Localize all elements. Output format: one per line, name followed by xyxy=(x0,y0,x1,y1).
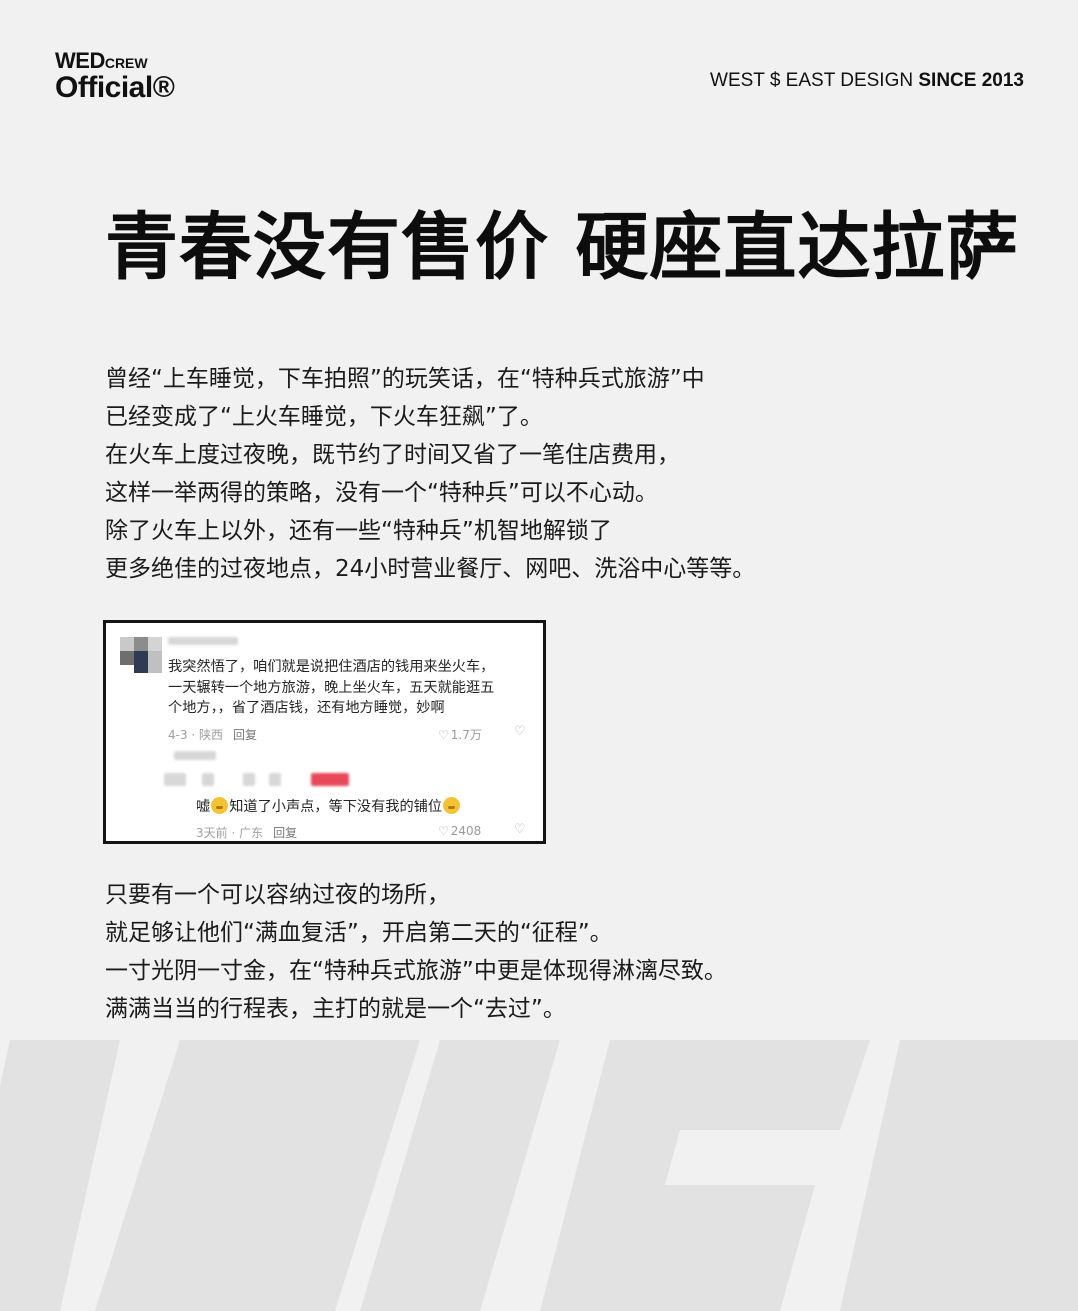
brand-tagline: WEST $ EAST DESIGN SINCE 2013 xyxy=(710,70,1024,91)
intro-line: 这样一举两得的策略，没有一个“特种兵”可以不心动。 xyxy=(105,480,658,506)
like-count[interactable]: ♡ 2408 xyxy=(438,824,481,838)
blurred-badges xyxy=(164,773,186,786)
reply-link[interactable]: 回复 xyxy=(233,728,257,742)
comment-screenshot: 我突然悟了，咱们就是说把住酒店的钱用来坐火车， 一天辗转一个地方旅游，晚上坐火车… xyxy=(103,620,546,844)
avatar xyxy=(120,637,162,673)
blurred-badges xyxy=(202,773,214,786)
intro-line: 在火车上度过夜晚，既节约了时间又省了一笔住店费用， xyxy=(105,442,680,468)
intro-line: 曾经“上车睡觉，下车拍照”的玩笑话，在“特种兵式旅游”中 xyxy=(105,366,705,392)
shush-emoji-icon xyxy=(211,797,229,814)
comment-meta: 4-3 · 陕西 回复 xyxy=(168,728,258,742)
intro-line: 除了火车上以外，还有一些“特种兵”机智地解锁了 xyxy=(105,518,612,544)
blurred-username xyxy=(168,637,238,645)
heart-icon: ♡ xyxy=(438,728,449,742)
blurred-username xyxy=(174,751,216,760)
page-title: 青春没有售价 硬座直达拉萨 xyxy=(105,205,1020,290)
blurred-badges xyxy=(243,773,255,786)
reply-link[interactable]: 回复 xyxy=(273,826,297,840)
outro-line: 只要有一个可以容纳过夜的场所， xyxy=(105,882,450,908)
intro-paragraph: 曾经“上车睡觉，下车拍照”的玩笑话，在“特种兵式旅游”中 已经变成了“上火车睡觉… xyxy=(105,360,755,588)
like-count[interactable]: ♡ 1.7万 xyxy=(438,726,482,743)
outro-paragraph: 只要有一个可以容纳过夜的场所， 就足够让他们“满血复活”，开启第二天的“征程”。… xyxy=(105,876,727,1028)
reply-text: 嘘知道了小声点，等下没有我的铺位 xyxy=(196,796,461,816)
blurred-badges xyxy=(269,773,281,786)
dislike-icon[interactable]: ♡ xyxy=(514,822,526,837)
peek-emoji-icon xyxy=(443,797,461,814)
outro-line: 一寸光阴一寸金，在“特种兵式旅游”中更是体现得淋漓尽致。 xyxy=(105,958,727,984)
intro-line: 更多绝佳的过夜地点，24小时营业餐厅、网吧、洗浴中心等等。 xyxy=(105,556,756,582)
heart-icon: ♡ xyxy=(438,824,449,838)
outro-line: 满满当当的行程表，主打的就是一个“去过”。 xyxy=(105,996,566,1022)
reply-meta: 3天前 · 广东 回复 xyxy=(196,826,298,840)
brand-logo: WEDCREW Official® xyxy=(55,48,175,104)
intro-line: 已经变成了“上火车睡觉，下火车狂飙”了。 xyxy=(105,404,543,430)
blurred-badges xyxy=(311,773,349,786)
dislike-icon[interactable]: ♡ xyxy=(514,724,526,739)
outro-line: 就足够让他们“满血复活”，开启第二天的“征程”。 xyxy=(105,920,613,946)
comment-text: 我突然悟了，咱们就是说把住酒店的钱用来坐火车， 一天辗转一个地方旅游，晚上坐火车… xyxy=(168,659,495,716)
